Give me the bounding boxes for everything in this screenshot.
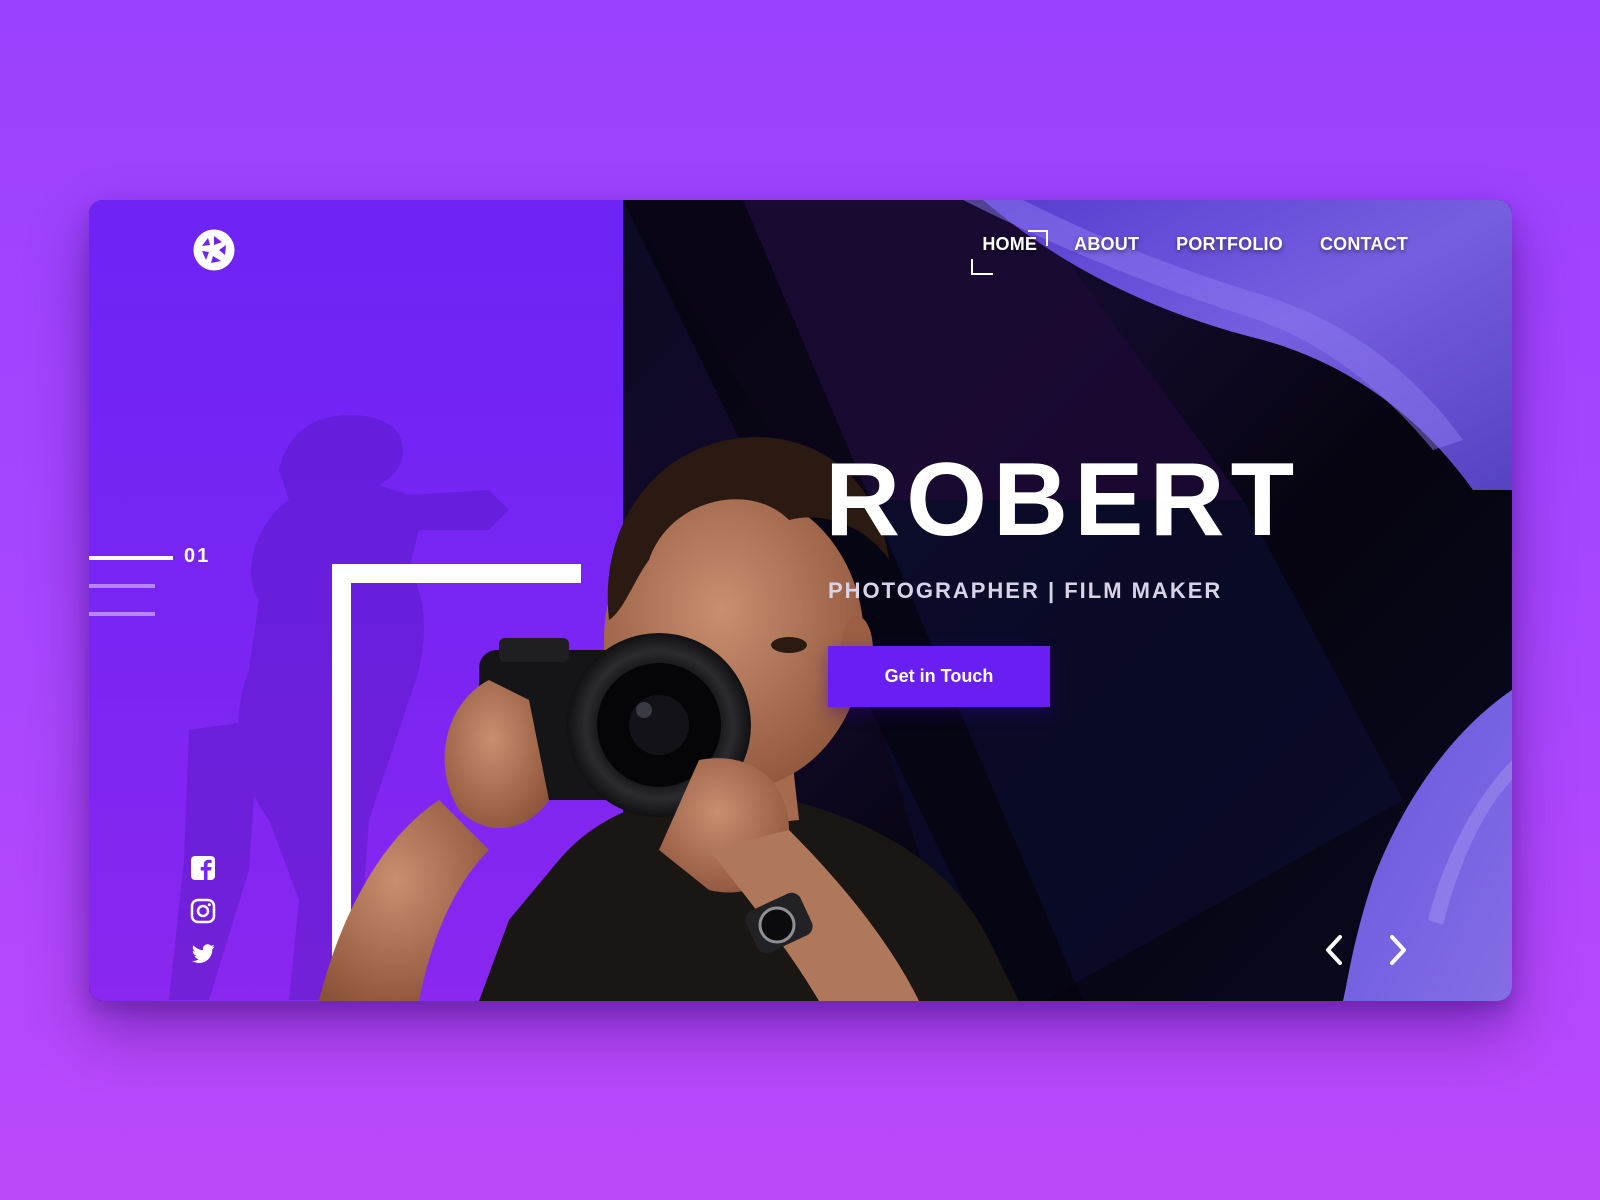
nav-contact[interactable]: CONTACT: [1320, 234, 1408, 255]
hero-subtitle: PHOTOGRAPHER | FILM MAKER: [828, 578, 1223, 603]
nav-about[interactable]: ABOUT: [1074, 234, 1139, 255]
slide-indicator-line[interactable]: [89, 584, 155, 588]
main-nav: HOME ABOUT PORTFOLIO CONTACT: [971, 230, 1408, 275]
hero-name: ROBERT: [825, 442, 1301, 558]
twitter-icon[interactable]: [190, 941, 216, 967]
social-links: [190, 855, 216, 967]
nav-portfolio[interactable]: PORTFOLIO: [1176, 234, 1283, 255]
slider-controls: [1320, 932, 1412, 968]
get-in-touch-button[interactable]: Get in Touch: [828, 646, 1050, 707]
slide-indicator-line-active[interactable]: [89, 556, 173, 560]
instagram-icon[interactable]: [190, 898, 216, 924]
slide-number: 01: [184, 545, 211, 567]
chevron-left-icon[interactable]: [1320, 932, 1348, 968]
slide-indicator-line[interactable]: [89, 612, 155, 616]
hero-card: HOME ABOUT PORTFOLIO CONTACT 01 ROBERT P…: [89, 200, 1512, 1001]
chevron-right-icon[interactable]: [1384, 932, 1412, 968]
facebook-icon[interactable]: [190, 855, 216, 881]
camera-aperture-icon[interactable]: [192, 228, 236, 272]
nav-home[interactable]: HOME: [971, 230, 1048, 275]
